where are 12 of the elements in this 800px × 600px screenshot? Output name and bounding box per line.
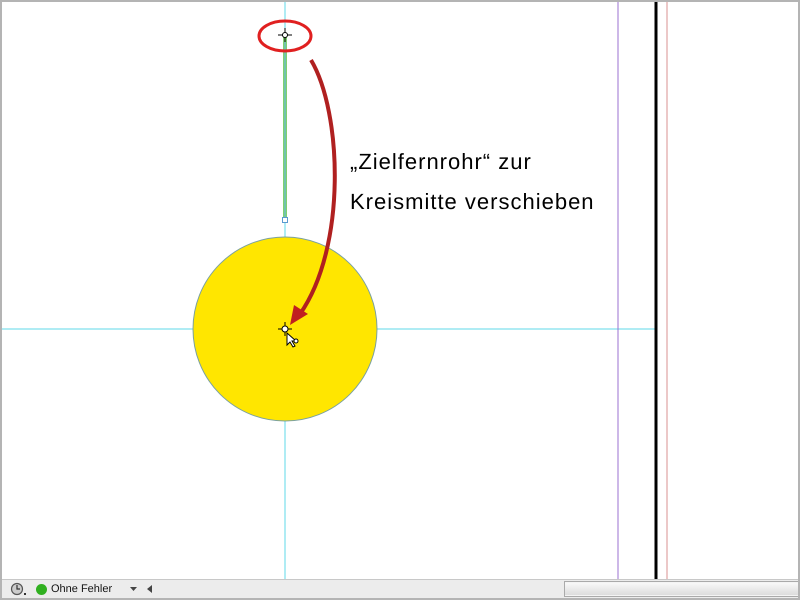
selected-path-line[interactable] [282,36,288,223]
pointer-cursor-icon [286,332,298,348]
annotation-text: „Zielfernrohr“ zur [350,148,533,176]
clock-icon[interactable] [10,582,28,596]
crosshair-icon [278,28,292,42]
preflight-status[interactable]: Ohne Fehler [51,583,112,596]
highlight-ellipse [258,20,312,52]
status-dot-icon [36,584,47,595]
scroll-left-icon[interactable] [147,585,152,594]
crosshair-icon [278,322,292,336]
dropdown-caret-icon[interactable] [130,587,138,592]
annotation-text: Kreismitte verschieben [350,188,595,216]
